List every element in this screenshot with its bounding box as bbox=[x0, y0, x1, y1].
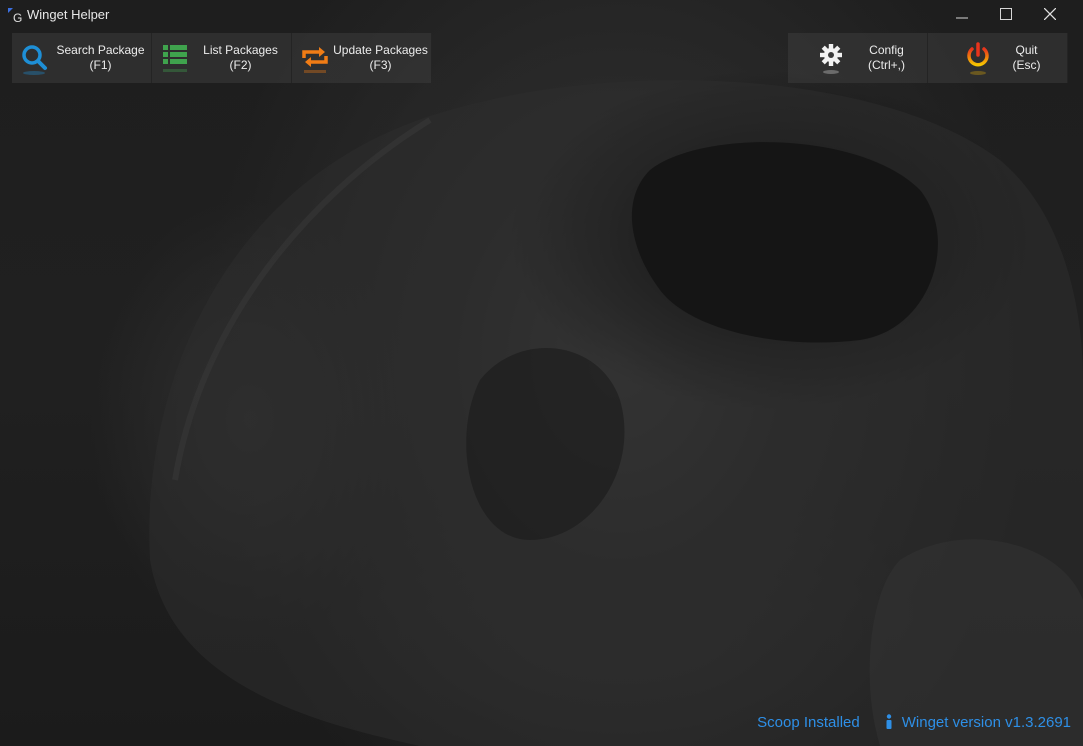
update-packages-text: Update Packages bbox=[333, 43, 428, 57]
window-title: Winget Helper bbox=[27, 7, 110, 22]
minimize-button[interactable] bbox=[939, 0, 985, 28]
quit-button[interactable]: Quit (Esc) bbox=[928, 33, 1068, 83]
close-button[interactable] bbox=[1027, 0, 1073, 28]
update-packages-button[interactable]: Update Packages (F3) bbox=[292, 33, 432, 83]
scoop-status-text: Scoop Installed bbox=[757, 713, 860, 731]
secondary-toolbar: Config (Ctrl+,) Quit (Esc) bbox=[788, 33, 1068, 83]
quit-text: Quit bbox=[1015, 43, 1038, 57]
list-packages-shortcut: (F2) bbox=[229, 58, 252, 72]
maximize-icon bbox=[1000, 8, 1012, 20]
config-button[interactable]: Config (Ctrl+,) bbox=[788, 33, 928, 83]
config-shortcut: (Ctrl+,) bbox=[868, 58, 905, 72]
refresh-icon bbox=[302, 47, 328, 73]
minimize-icon bbox=[956, 17, 968, 19]
status-bar: Scoop Installed Winget version v1.3.2691 bbox=[757, 712, 1071, 732]
main-toolbar: Search Package (F1) List Packages (F2) U… bbox=[12, 33, 432, 83]
search-package-label: Search Package (F1) bbox=[52, 43, 149, 73]
maximize-button[interactable] bbox=[983, 0, 1029, 28]
skull-backdrop bbox=[149, 80, 1083, 746]
config-text: Config bbox=[869, 43, 904, 57]
search-package-text: Search Package bbox=[56, 43, 145, 57]
title-bar[interactable]: G Winget Helper bbox=[0, 0, 1083, 30]
search-package-shortcut: (F1) bbox=[89, 58, 112, 72]
list-packages-text: List Packages bbox=[203, 43, 278, 57]
background-image bbox=[0, 0, 1083, 746]
app-logo-letter: G bbox=[13, 11, 22, 24]
quit-label: Quit (Esc) bbox=[988, 43, 1065, 73]
quit-shortcut: (Esc) bbox=[1012, 58, 1041, 72]
scoop-status: Scoop Installed bbox=[757, 714, 860, 731]
app-logo-icon: G bbox=[8, 8, 22, 24]
search-icon bbox=[22, 45, 47, 75]
info-icon bbox=[886, 714, 892, 729]
list-icon bbox=[163, 45, 187, 72]
app-window: G Winget Helper Search Package (F1) List… bbox=[0, 0, 1083, 746]
winget-status: Winget version v1.3.2691 bbox=[884, 714, 1071, 731]
list-packages-label: List Packages (F2) bbox=[192, 43, 289, 73]
winget-version-text: Winget version v1.3.2691 bbox=[901, 713, 1071, 731]
config-label: Config (Ctrl+,) bbox=[848, 43, 925, 73]
gear-icon bbox=[820, 44, 842, 74]
search-package-button[interactable]: Search Package (F1) bbox=[12, 33, 152, 83]
update-packages-shortcut: (F3) bbox=[369, 58, 392, 72]
close-icon bbox=[1044, 8, 1056, 20]
list-packages-button[interactable]: List Packages (F2) bbox=[152, 33, 292, 83]
update-packages-label: Update Packages (F3) bbox=[332, 43, 429, 73]
